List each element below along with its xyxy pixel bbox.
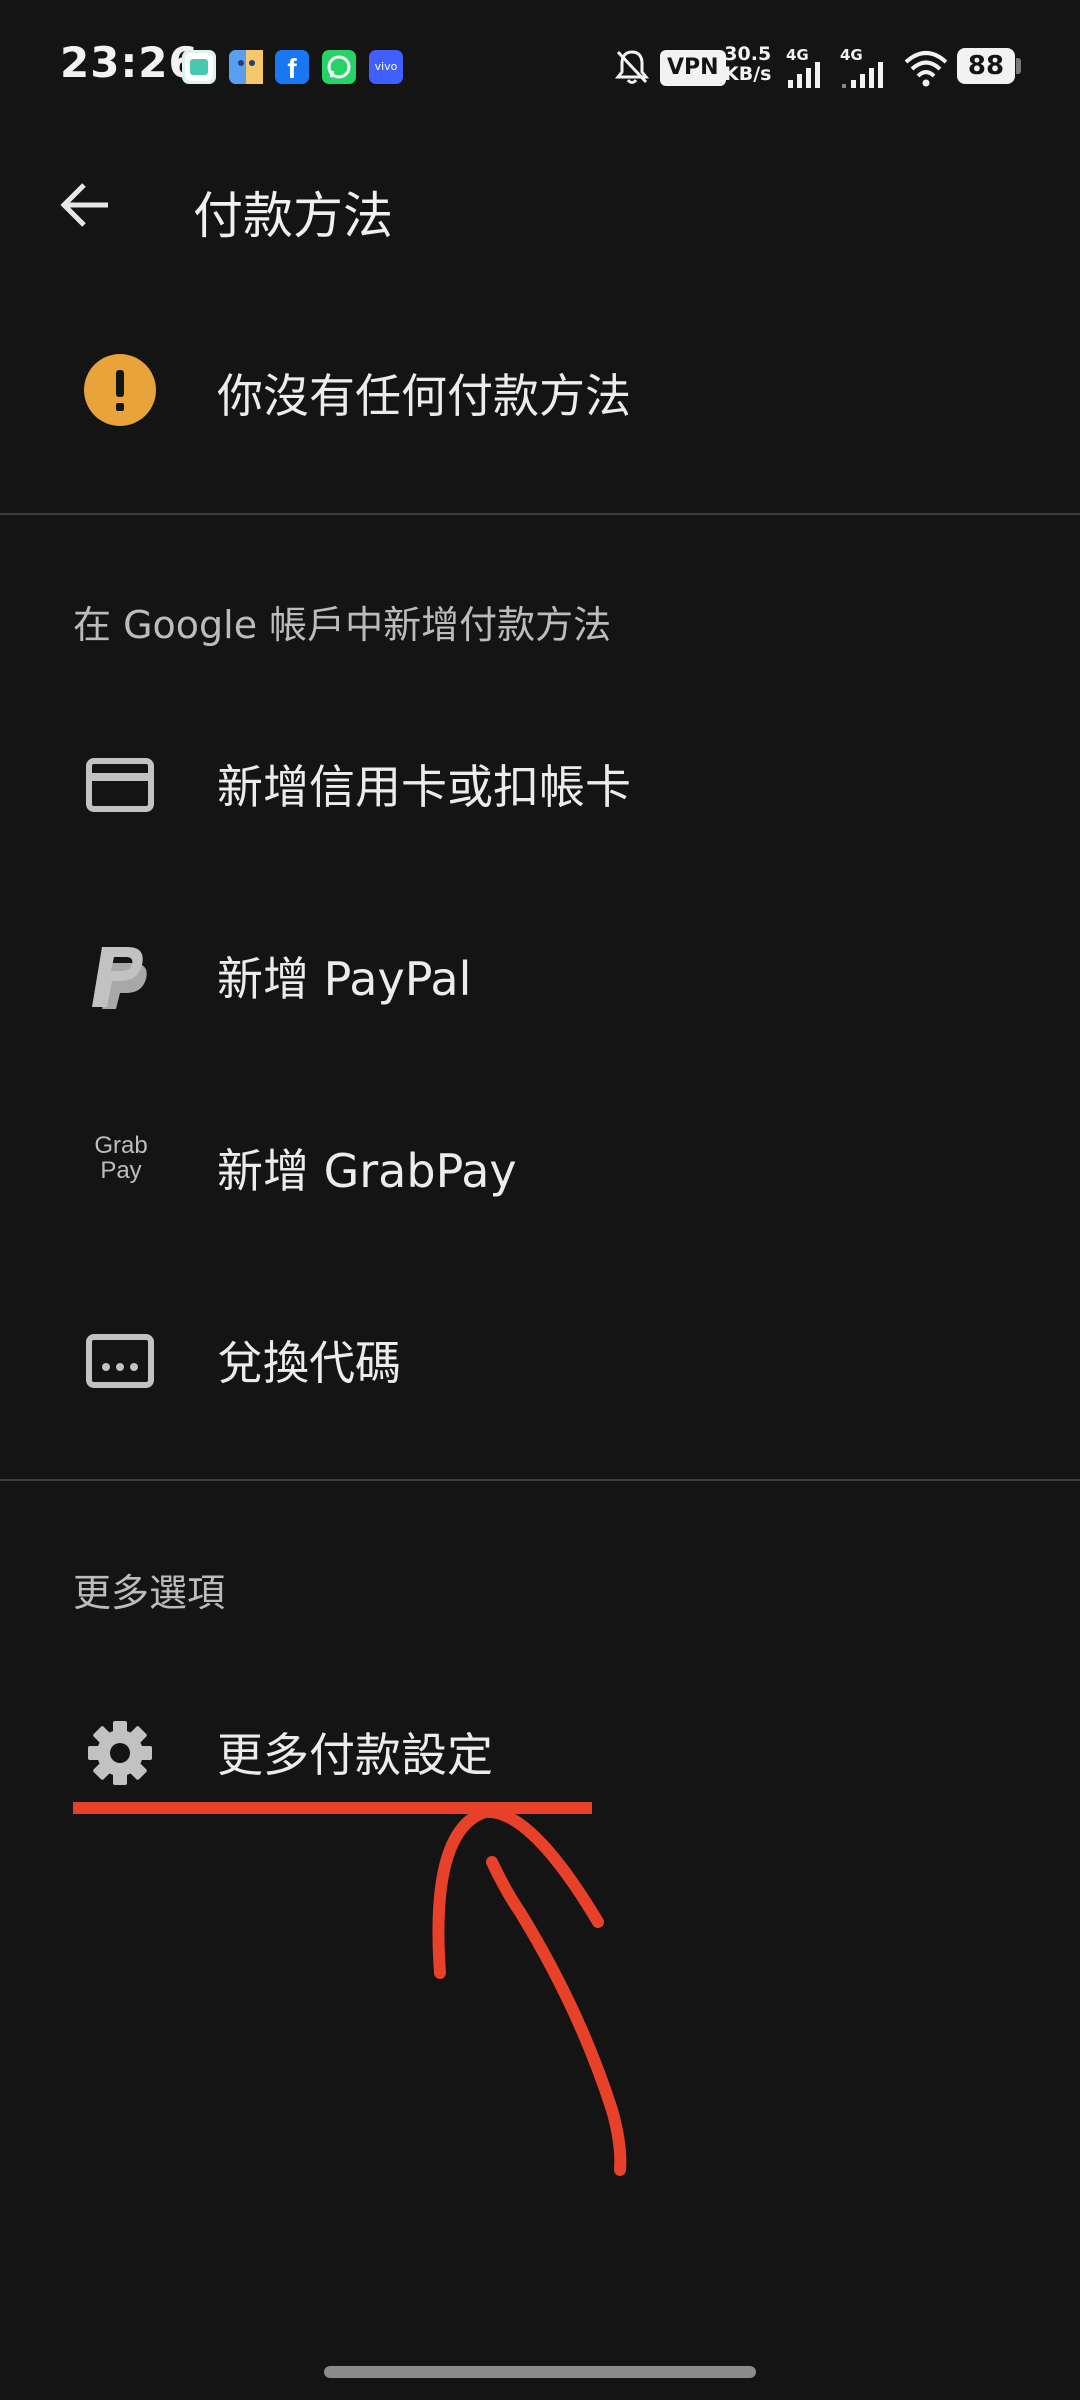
arrow-back-icon: [60, 183, 108, 227]
annotation-arrow-head: [432, 1805, 604, 1979]
vivo-icon: vivo: [369, 50, 403, 84]
no-payment-methods-label: 你沒有任何付款方法: [217, 369, 631, 423]
redeem-code-item[interactable]: 兌換代碼: [0, 1285, 1080, 1435]
back-button[interactable]: [50, 170, 120, 240]
warning-icon: [84, 354, 156, 426]
app-bar: 付款方法: [0, 140, 1080, 280]
credit-card-icon: [86, 758, 154, 812]
vpn-badge: VPN: [660, 50, 726, 86]
redeem-code-icon: [86, 1334, 154, 1388]
whatsapp-icon: [322, 50, 356, 84]
add-grabpay-item[interactable]: Grab Pay 新增 GrabPay: [0, 1093, 1080, 1243]
annotation-arrow-shaft: [486, 1856, 627, 2176]
add-payment-section-header: 在 Google 帳戶中新增付款方法: [73, 603, 612, 647]
paypal-icon: [92, 947, 147, 1009]
grabpay-icon-text-2: Pay: [100, 1157, 142, 1184]
signal-icon-1: [788, 62, 820, 88]
add-paypal-label: 新增 PayPal: [217, 952, 472, 1006]
network-speed-value: 30.5: [724, 43, 772, 65]
no-payment-methods-notice: 你沒有任何付款方法: [0, 318, 1080, 468]
more-options-section-header: 更多選項: [73, 1571, 226, 1615]
grabpay-icon: Grab Pay: [86, 1133, 156, 1183]
status-time: 23:26: [60, 38, 199, 87]
add-grabpay-label: 新增 GrabPay: [217, 1144, 517, 1198]
add-paypal-item[interactable]: 新增 PayPal: [0, 901, 1080, 1051]
redeem-code-label: 兌換代碼: [217, 1336, 401, 1390]
muted-bell-icon: [614, 50, 650, 84]
page-title: 付款方法: [193, 187, 393, 245]
add-card-label: 新增信用卡或扣帳卡: [217, 760, 631, 814]
divider: [0, 513, 1080, 515]
battery-indicator: 88: [957, 48, 1015, 84]
facebook-icon: f: [275, 50, 309, 84]
battery-tip: [1016, 58, 1021, 74]
add-card-item[interactable]: 新增信用卡或扣帳卡: [0, 709, 1080, 859]
more-payment-settings-label: 更多付款設定: [217, 1728, 493, 1782]
signal-icon-2: [842, 62, 883, 88]
more-payment-settings-item[interactable]: 更多付款設定: [0, 1677, 1080, 1827]
network-speed: 30.5 KB/s: [724, 44, 771, 84]
gear-icon: [88, 1721, 152, 1785]
gallery-icon: [182, 50, 216, 84]
divider: [0, 1479, 1080, 1481]
status-bar: 23:26 f vivo VPN 30.5 KB/s 4G 4G 88: [0, 0, 1080, 140]
home-indicator[interactable]: [324, 2366, 756, 2378]
grabpay-icon-text-1: Grab: [94, 1132, 148, 1159]
wifi-icon: [904, 51, 948, 87]
network-speed-unit: KB/s: [724, 63, 772, 85]
finder-icon: [229, 50, 263, 84]
